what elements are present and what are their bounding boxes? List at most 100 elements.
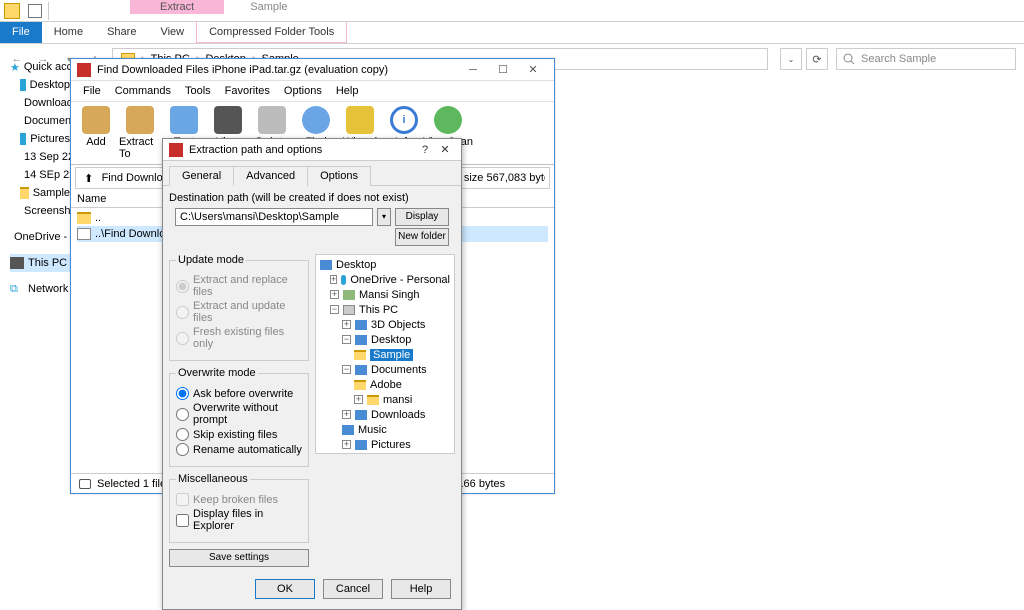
sidebar-thispc[interactable]: This PC — [10, 254, 70, 272]
tree-videos[interactable]: Videos — [320, 452, 450, 454]
new-folder-button[interactable]: New folder — [395, 228, 449, 246]
dest-dropdown[interactable]: ▾ — [377, 208, 391, 226]
tree-pictures[interactable]: +Pictures — [320, 437, 450, 452]
dest-path-input[interactable] — [175, 208, 373, 226]
extract-dialog: Extraction path and options ? ✕ General … — [162, 138, 462, 610]
user-icon — [343, 290, 355, 300]
tree-mansi[interactable]: +mansi — [320, 392, 450, 407]
save-settings-button[interactable]: Save settings — [169, 549, 309, 567]
opt-skip-existing[interactable]: Skip existing files — [176, 428, 302, 441]
opt-overwrite-noprompt[interactable]: Overwrite without prompt — [176, 402, 302, 426]
tab-general[interactable]: General — [169, 166, 234, 186]
tree-desktop[interactable]: Desktop — [320, 257, 450, 272]
help-button[interactable]: Help — [391, 579, 451, 599]
menu-options[interactable]: Options — [278, 83, 328, 99]
menu-help[interactable]: Help — [330, 83, 365, 99]
ribbon-share[interactable]: Share — [95, 22, 148, 43]
tree-music[interactable]: Music — [320, 422, 450, 437]
ribbon-home[interactable]: Home — [42, 22, 95, 43]
tab-advanced[interactable]: Advanced — [233, 166, 308, 186]
opt-rename-auto[interactable]: Rename automatically — [176, 443, 302, 456]
star-icon: ★ — [10, 61, 20, 73]
pc-icon — [10, 257, 24, 269]
dialog-help-button[interactable]: ? — [415, 144, 435, 156]
tree-desktop2[interactable]: −Desktop — [320, 332, 450, 347]
cancel-button[interactable]: Cancel — [323, 579, 383, 599]
sidebar-pictures[interactable]: Pictures — [10, 130, 70, 148]
sidebar-downloads[interactable]: Downloads — [10, 94, 70, 112]
tab-options[interactable]: Options — [307, 166, 371, 186]
opt-ask-overwrite[interactable]: Ask before overwrite — [176, 387, 302, 400]
folder-tree[interactable]: Desktop +OneDrive - Personal +Mansi Sing… — [315, 254, 455, 454]
menu-commands[interactable]: Commands — [109, 83, 177, 99]
update-legend: Update mode — [176, 254, 246, 266]
menu-tools[interactable]: Tools — [179, 83, 217, 99]
folder-icon — [77, 212, 91, 224]
folder-icon — [355, 335, 367, 345]
winrar-titlebar[interactable]: Find Downloaded Files iPhone iPad.tar.gz… — [71, 59, 554, 81]
onedrive-icon — [341, 275, 346, 285]
sidebar-quickaccess[interactable]: ★Quick access — [10, 58, 70, 76]
expand-icon[interactable]: + — [330, 290, 339, 299]
dialog-tabs: General Advanced Options — [163, 161, 461, 186]
dialog-close-button[interactable]: ✕ — [435, 143, 455, 156]
tree-thispc[interactable]: −This PC — [320, 302, 450, 317]
ribbon-view[interactable]: View — [148, 22, 196, 43]
expand-icon[interactable]: + — [342, 440, 351, 449]
sidebar-folder1[interactable]: 13 Sep 22 — [10, 148, 70, 166]
tree-sample-selected[interactable]: Sample — [320, 347, 450, 362]
folder-icon — [354, 380, 366, 390]
sidebar-folder2[interactable]: 14 SEp 22 — [10, 166, 70, 184]
sidebar-desktop[interactable]: Desktop — [10, 76, 70, 94]
tree-onedrive[interactable]: +OneDrive - Personal — [320, 272, 450, 287]
up-icon[interactable]: ⬆ — [80, 170, 98, 186]
close-button[interactable]: ✕ — [518, 63, 548, 76]
tree-adobe[interactable]: Adobe — [320, 377, 450, 392]
ribbon-file[interactable]: File — [0, 22, 42, 43]
ribbon-compressed-tools[interactable]: Compressed Folder Tools — [196, 22, 347, 43]
folder-icon — [355, 440, 367, 450]
tree-documents[interactable]: −Documents — [320, 362, 450, 377]
folder-icon — [4, 3, 20, 19]
ok-button[interactable]: OK — [255, 579, 315, 599]
wizard-icon — [346, 106, 374, 134]
sidebar-folder3[interactable]: Sample — [10, 184, 70, 202]
opt-extract-replace[interactable]: Extract and replace files — [176, 274, 302, 298]
dialog-titlebar[interactable]: Extraction path and options ? ✕ — [163, 139, 461, 161]
explorer-titlebar: Extract Sample — [0, 0, 1024, 22]
tree-user[interactable]: +Mansi Singh — [320, 287, 450, 302]
tree-downloads[interactable]: +Downloads — [320, 407, 450, 422]
expand-icon[interactable]: + — [330, 275, 337, 284]
menu-file[interactable]: File — [77, 83, 107, 99]
tool-add[interactable]: Add — [75, 106, 117, 160]
sidebar-onedrive[interactable]: OneDrive - P — [10, 228, 70, 246]
tree-3dobjects[interactable]: +3D Objects — [320, 317, 450, 332]
sidebar-folder4[interactable]: Screenshot — [10, 202, 70, 220]
winrar-title-text: Find Downloaded Files iPhone iPad.tar.gz… — [97, 64, 388, 76]
minimize-button[interactable]: ─ — [458, 64, 488, 76]
pictures-icon — [20, 133, 26, 145]
opt-keep-broken[interactable]: Keep broken files — [176, 493, 302, 506]
expand-icon[interactable]: + — [342, 410, 351, 419]
update-mode-group: Update mode Extract and replace files Ex… — [169, 254, 309, 361]
maximize-button[interactable]: ☐ — [488, 63, 518, 76]
collapse-icon[interactable]: − — [342, 335, 351, 344]
find-icon — [302, 106, 330, 134]
collapse-icon[interactable]: − — [330, 305, 339, 314]
display-button[interactable]: Display — [395, 208, 449, 226]
winrar-icon — [169, 143, 183, 157]
menu-favorites[interactable]: Favorites — [219, 83, 276, 99]
desktop-icon — [320, 260, 332, 270]
expand-icon[interactable]: + — [354, 395, 363, 404]
qat-btn[interactable] — [28, 4, 42, 18]
context-tab-extract[interactable]: Extract — [130, 0, 224, 14]
expand-icon[interactable]: + — [342, 320, 351, 329]
sidebar-documents[interactable]: Documents — [10, 112, 70, 130]
opt-fresh-only[interactable]: Fresh existing files only — [176, 326, 302, 350]
collapse-icon[interactable]: − — [342, 365, 351, 374]
opt-extract-update[interactable]: Extract and update files — [176, 300, 302, 324]
sidebar-network[interactable]: ⧉Network — [10, 280, 70, 298]
opt-display-explorer[interactable]: Display files in Explorer — [176, 508, 302, 532]
tool-extract[interactable]: Extract To — [119, 106, 161, 160]
folder-icon — [342, 425, 354, 435]
